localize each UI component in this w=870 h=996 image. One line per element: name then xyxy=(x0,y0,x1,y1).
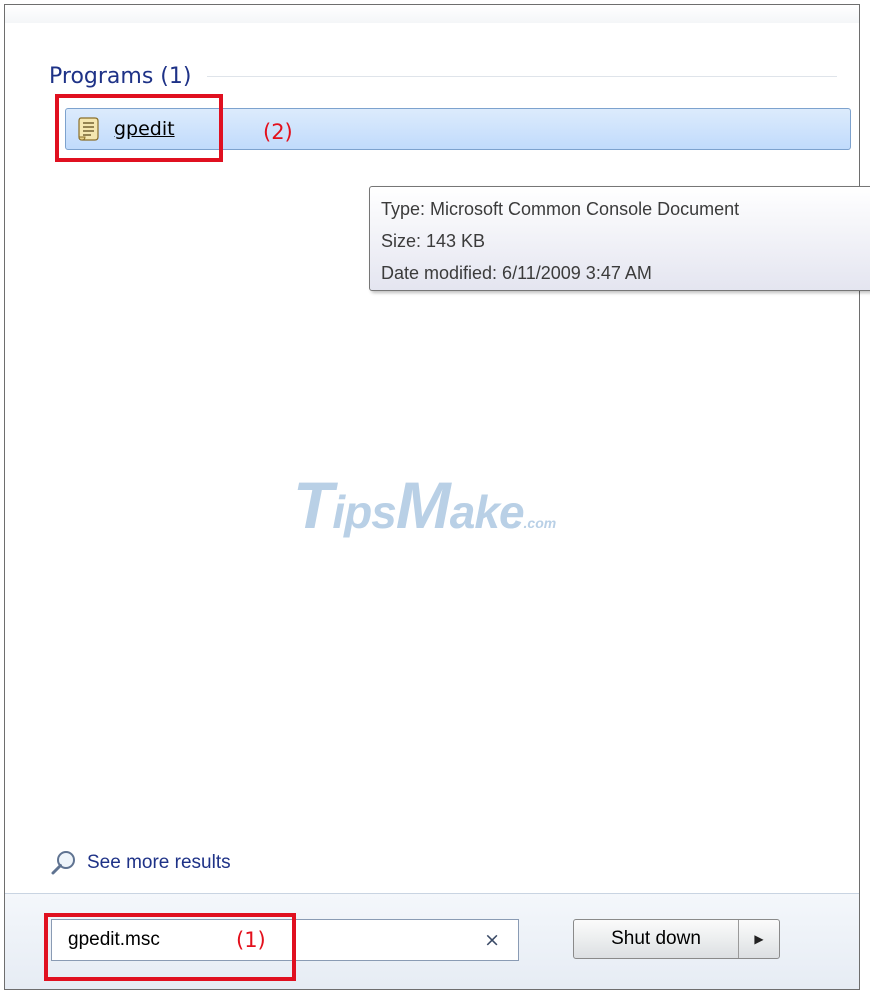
step2-marker: (2) xyxy=(263,120,293,144)
magnifier-icon xyxy=(49,848,79,878)
shutdown-button[interactable]: Shut down xyxy=(574,920,739,958)
group-divider xyxy=(207,75,837,77)
start-menu-panel: Programs (1) gpedit (2) Type: Microsoft … xyxy=(4,4,870,990)
tooltip-size: Size: 143 KB xyxy=(381,231,486,251)
tipsmake-watermark: TipsMake.com xyxy=(293,468,557,542)
shutdown-options-arrow-icon[interactable]: ▶ xyxy=(739,920,779,958)
clear-search-icon[interactable]: × xyxy=(484,929,500,951)
programs-group-title: Programs (1) xyxy=(49,63,192,89)
shutdown-button-group: Shut down ▶ xyxy=(573,919,780,959)
see-more-results-link[interactable]: See more results xyxy=(49,848,231,878)
see-more-results-label: See more results xyxy=(87,852,231,873)
programs-group-header: Programs (1) xyxy=(49,61,837,91)
highlight-box-step2 xyxy=(55,94,223,162)
step1-marker: (1) xyxy=(236,928,266,952)
tooltip-date-modified: Date modified: 6/11/2009 3:47 AM xyxy=(381,263,652,283)
tooltip-type: Type: Microsoft Common Console Document xyxy=(381,199,740,219)
top-band xyxy=(5,5,859,23)
file-info-tooltip: Type: Microsoft Common Console Document … xyxy=(369,186,870,291)
